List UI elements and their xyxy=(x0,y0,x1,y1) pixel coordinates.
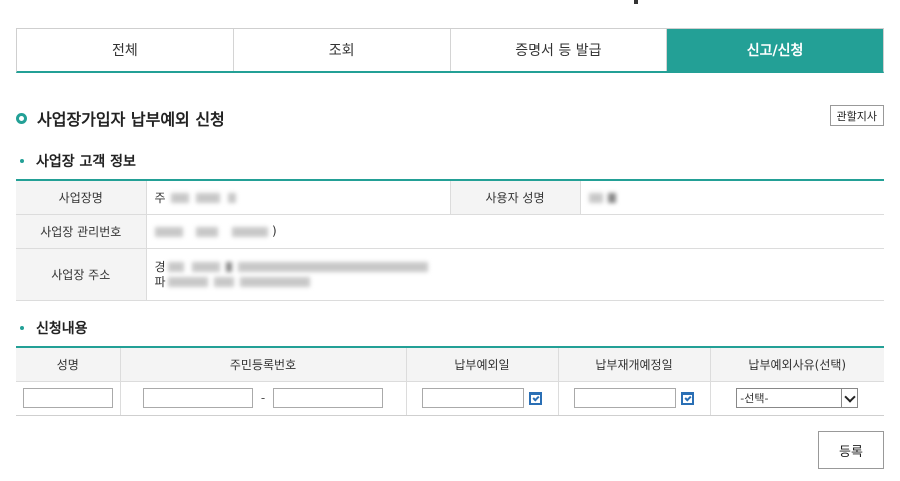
page-title-text: 사업장가입자 납부예외 신청 xyxy=(37,110,225,129)
main-tabs: 전체 조회 증명서 등 발급 신고/신청 xyxy=(16,28,884,73)
col-name: 성명 xyxy=(16,347,121,382)
tab-report-apply[interactable]: 신고/신청 xyxy=(667,29,883,71)
resident-number-back-input[interactable] xyxy=(273,388,383,408)
tab-certificate[interactable]: 증명서 등 발급 xyxy=(450,29,668,71)
branch-office-button[interactable]: 관할지사 xyxy=(829,105,884,126)
col-exemption-reason: 납부예외사유(선택) xyxy=(710,347,884,382)
top-utility-strip xyxy=(634,0,884,6)
col-resident-number: 주민등록번호 xyxy=(120,347,407,382)
business-name-value: 주 xyxy=(146,180,450,215)
exemption-reason-select[interactable]: -선택- xyxy=(736,388,859,408)
calendar-icon[interactable] xyxy=(529,391,542,405)
register-button[interactable]: 등록 xyxy=(818,431,884,469)
resident-number-separator: - xyxy=(260,390,266,405)
resume-date-input[interactable] xyxy=(574,388,676,408)
title-ring-icon xyxy=(16,112,27,124)
apply-table: 성명 주민등록번호 납부예외일 납부재개예정일 납부예외사유(선택) - -선택… xyxy=(16,346,884,416)
apply-section-heading: 신청내용 xyxy=(36,321,88,337)
page-title: 사업장가입자 납부예외 신청 xyxy=(16,106,225,130)
bullet-icon xyxy=(20,159,24,163)
exemption-date-input[interactable] xyxy=(422,388,524,408)
address-value: 경 파 xyxy=(146,248,884,301)
tab-all[interactable]: 전체 xyxy=(17,29,234,71)
customer-section-heading: 사업장 고객 정보 xyxy=(36,154,136,170)
user-name-label: 사용자 성명 xyxy=(449,180,581,215)
address-label: 사업장 주소 xyxy=(16,248,147,301)
col-resume-date: 납부재개예정일 xyxy=(558,347,711,382)
tab-inquiry[interactable]: 조회 xyxy=(233,29,451,71)
user-name-value xyxy=(580,180,884,215)
chevron-down-icon xyxy=(841,389,857,407)
utility-bullet-icon xyxy=(634,0,638,4)
name-input[interactable] xyxy=(22,388,113,408)
customer-info-table: 사업장명 주 사용자 성명 사업장 관리번호 ) 사업장 주소 경 파 xyxy=(16,179,884,301)
customer-section-title: 사업장 고객 정보 xyxy=(20,151,136,171)
col-exemption-date: 납부예외일 xyxy=(406,347,559,382)
business-name-label: 사업장명 xyxy=(16,180,147,215)
resident-number-front-input[interactable] xyxy=(143,388,253,408)
management-number-label: 사업장 관리번호 xyxy=(16,214,147,249)
management-number-value: ) xyxy=(146,214,884,249)
calendar-icon[interactable] xyxy=(681,391,694,405)
apply-section-title: 신청내용 xyxy=(20,318,88,338)
bullet-icon xyxy=(20,326,24,330)
